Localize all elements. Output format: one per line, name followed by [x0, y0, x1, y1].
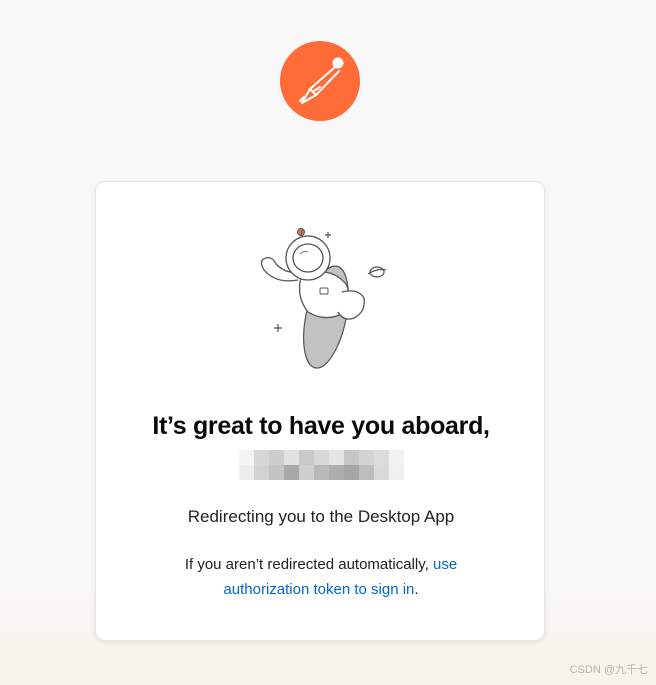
welcome-headline: It’s great to have you aboard,: [152, 412, 490, 440]
fallback-prefix: If you aren’t redirected automatically,: [184, 556, 433, 573]
redirect-message: Redirecting you to the Desktop App: [187, 507, 455, 526]
welcome-card: It’s great to have you aboard, Redirecti…: [95, 181, 545, 641]
astronaut-illustration: [246, 222, 396, 372]
fallback-message: If you aren’t redirected automatically, …: [161, 552, 481, 602]
watermark: CSDN @九千七: [569, 664, 648, 676]
postman-logo-icon: [280, 41, 360, 121]
redacted-username: [239, 450, 405, 480]
fallback-suffix: .: [414, 581, 419, 598]
